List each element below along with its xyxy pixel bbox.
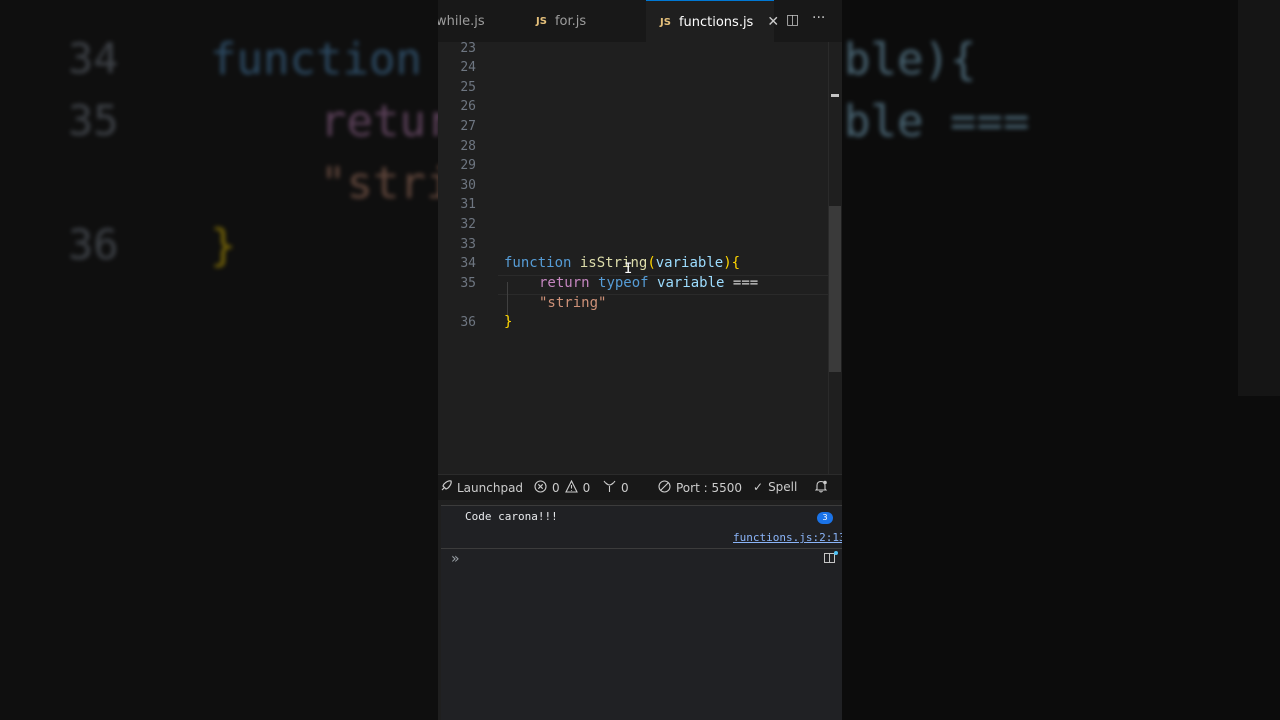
ports-status[interactable]: 0 <box>603 480 629 495</box>
sidebar-toggle-icon[interactable] <box>824 553 835 563</box>
line-number: 28 <box>460 139 476 154</box>
line-number: 35 <box>460 276 476 291</box>
code-line-35: return typeof variable === <box>539 275 758 291</box>
function-name-token: isString <box>579 255 648 271</box>
backdrop-code: ble){ <box>844 34 977 85</box>
backdrop-code: function <box>210 34 422 85</box>
tab-label: for.js <box>554 13 587 29</box>
backdrop-line-number: 35 <box>68 96 119 145</box>
close-icon[interactable]: ✕ <box>767 14 779 30</box>
tab-for-js[interactable]: JS for.js <box>522 0 644 42</box>
keyword-token: function <box>504 255 572 271</box>
tab-functions-js[interactable]: JS functions.js ✕ <box>646 0 779 43</box>
param-token: variable <box>655 255 724 271</box>
brace-token: { <box>731 255 741 271</box>
problems-status[interactable]: 0 0 <box>534 479 591 496</box>
code-line-36: } <box>504 314 512 330</box>
more-actions-icon[interactable]: ··· <box>812 10 825 26</box>
console-prompt-icon[interactable]: » <box>451 551 460 567</box>
tab-label: while.js <box>438 13 485 29</box>
backdrop-code: retur <box>320 96 438 147</box>
warning-icon <box>564 479 578 496</box>
rocket-icon <box>440 480 452 495</box>
ports-count: 0 <box>621 480 629 495</box>
line-number: 33 <box>460 237 476 252</box>
code-line-34: function isString(variable){ <box>504 255 740 271</box>
backdrop-code: ble === <box>844 96 1030 147</box>
code-editor[interactable]: 23 24 25 26 27 28 29 30 31 32 33 34 35 3… <box>438 41 842 474</box>
tab-label: functions.js <box>678 14 754 30</box>
port-label: Port : 5500 <box>676 481 742 495</box>
editor-window: while.js JS for.js JS functions.js ✕ ◫ ·… <box>438 0 842 720</box>
text-cursor-icon: I <box>624 261 633 277</box>
js-file-icon: JS <box>660 16 671 28</box>
devtools-console: Code carona!!! 3 functions.js:2:13 » <box>441 505 842 720</box>
line-number: 36 <box>460 315 476 330</box>
string-token: "string" <box>539 295 607 311</box>
variable-token: variable <box>657 275 725 291</box>
backdrop-right: ble){ ble === <box>842 0 1280 720</box>
line-number: 26 <box>460 99 476 114</box>
status-bar: Launchpad 0 0 0 Port : 5500 ✓ Spell <box>438 474 842 500</box>
overview-ruler-mark <box>831 94 839 97</box>
js-file-icon: JS <box>536 15 547 27</box>
line-number: 30 <box>460 178 476 193</box>
tab-while-js[interactable]: while.js <box>438 0 520 42</box>
backdrop-code: } <box>210 220 237 271</box>
repeat-count-badge: 3 <box>817 512 833 524</box>
line-number: 32 <box>460 217 476 232</box>
spell-status[interactable]: ✓ Spell <box>753 480 797 494</box>
live-server-status[interactable]: Port : 5500 <box>658 480 742 496</box>
backdrop-line-number: 34 <box>68 34 119 83</box>
error-icon <box>534 480 547 496</box>
backdrop-code: "stri <box>320 158 438 209</box>
tab-bar: while.js JS for.js JS functions.js ✕ ◫ ·… <box>438 0 842 43</box>
bell-icon <box>814 480 828 496</box>
brace-token: } <box>504 314 513 330</box>
launchpad-label: Launchpad <box>457 480 524 495</box>
no-entry-icon <box>658 480 671 496</box>
launchpad-status[interactable]: Launchpad <box>440 480 523 495</box>
scrollbar-thumb[interactable] <box>829 206 841 372</box>
antenna-icon <box>603 480 616 495</box>
typeof-token: typeof <box>598 275 649 291</box>
check-icon: ✓ <box>753 480 764 494</box>
code-line-35-wrap: "string" <box>539 295 606 311</box>
line-number: 31 <box>460 197 476 212</box>
source-link[interactable]: functions.js:2:13 <box>733 531 842 544</box>
line-number: 24 <box>460 60 476 75</box>
notification-dot <box>834 551 838 555</box>
split-editor-icon[interactable]: ◫ <box>786 12 799 28</box>
backdrop-line-number: 36 <box>68 220 119 269</box>
console-divider <box>441 548 842 549</box>
line-number: 34 <box>460 256 476 271</box>
line-number: 23 <box>460 41 476 56</box>
warning-count: 0 <box>582 481 591 495</box>
line-number: 25 <box>460 80 476 95</box>
backdrop-panel <box>1238 0 1280 396</box>
error-count: 0 <box>552 481 560 495</box>
paren-token: ) <box>723 255 732 271</box>
console-message: Code carona!!! <box>465 510 558 523</box>
spell-label: Spell <box>768 480 798 494</box>
return-token: return <box>539 275 590 291</box>
notifications-button[interactable] <box>814 480 828 496</box>
line-number: 27 <box>460 119 476 134</box>
line-number: 29 <box>460 158 476 173</box>
operator-token: === <box>732 275 759 291</box>
paren-token: ( <box>647 255 656 271</box>
backdrop-left: 34 function 35 retur "stri 36 } <box>0 0 438 720</box>
